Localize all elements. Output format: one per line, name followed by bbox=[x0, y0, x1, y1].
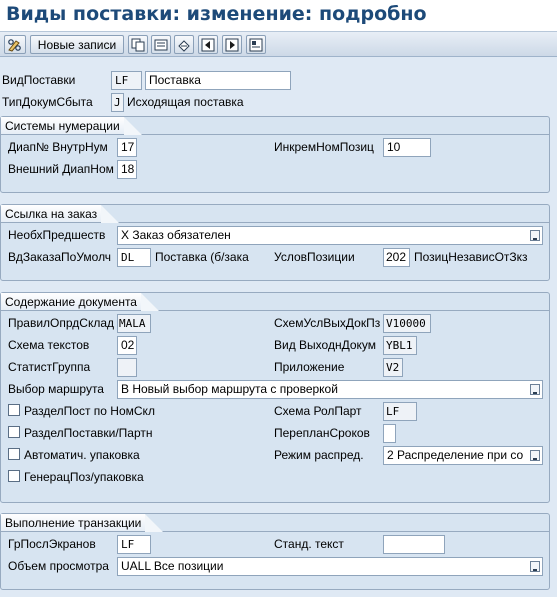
split-warehouse-checkbox[interactable] bbox=[8, 404, 20, 416]
standard-text-label: Станд. текст bbox=[274, 537, 344, 551]
standard-text-field[interactable] bbox=[383, 535, 445, 554]
distribution-mode-label: Режим распред. bbox=[274, 448, 364, 462]
output-type-label: Вид ВыходнДокум bbox=[274, 338, 377, 352]
undo-icon bbox=[178, 39, 190, 52]
screen-sequence-label: ГрПослЭкранов bbox=[8, 537, 96, 551]
list-icon bbox=[249, 38, 263, 51]
generate-packing-checkbox[interactable] bbox=[8, 470, 20, 482]
storage-rule-label: ПравилОпрдСклад bbox=[8, 316, 115, 330]
output-type-field[interactable]: YBL1 bbox=[383, 336, 417, 355]
transaction-section-title: Выполнение транзакции bbox=[1, 514, 164, 532]
delete-button[interactable] bbox=[151, 35, 171, 54]
document-content-section-title: Содержание документа bbox=[1, 293, 159, 311]
dropdown-arrow-icon[interactable] bbox=[530, 450, 540, 461]
partner-procedure-field[interactable]: LF bbox=[383, 402, 417, 421]
delivery-type-field[interactable]: LF bbox=[111, 71, 142, 90]
predecessor-label: НеобхПредшеств bbox=[8, 228, 106, 242]
variable-list-button[interactable] bbox=[246, 35, 266, 54]
route-determination-label: Выбор маршрута bbox=[8, 382, 104, 396]
default-order-type-description: Поставка (б/зака bbox=[155, 250, 249, 264]
display-range-label: Объем просмотра bbox=[8, 559, 109, 573]
application-label: Приложение bbox=[274, 360, 345, 374]
doc-category-label: ТипДокумСбыта bbox=[2, 95, 93, 109]
display-change-button[interactable] bbox=[4, 35, 26, 54]
dropdown-arrow-icon[interactable] bbox=[530, 230, 540, 241]
item-increment-field[interactable]: 10 bbox=[383, 138, 431, 157]
delivery-type-description-field[interactable]: Поставка bbox=[145, 71, 291, 90]
pencil-glasses-icon bbox=[8, 38, 21, 52]
display-range-dropdown[interactable]: UALL Все позиции bbox=[117, 557, 543, 576]
text-procedure-field[interactable]: 02 bbox=[117, 336, 137, 355]
dropdown-arrow-icon[interactable] bbox=[530, 561, 540, 572]
route-determination-dropdown[interactable]: B Новый выбор маршрута с проверкой bbox=[117, 380, 543, 399]
reschedule-field[interactable] bbox=[383, 424, 396, 443]
default-order-type-field[interactable]: DL bbox=[117, 248, 151, 267]
partner-procedure-label: Схема РолПарт bbox=[274, 404, 362, 418]
previous-entry-button[interactable] bbox=[198, 35, 218, 54]
doc-category-field[interactable]: J bbox=[111, 93, 124, 112]
copy-as-button[interactable] bbox=[128, 35, 148, 54]
output-procedure-field[interactable]: V10000 bbox=[383, 314, 431, 333]
stat-group-label: СтатистГруппа bbox=[8, 360, 91, 374]
text-procedure-label: Схема текстов bbox=[8, 338, 90, 352]
application-field[interactable]: V2 bbox=[383, 358, 403, 377]
copy-icon bbox=[131, 38, 145, 51]
output-procedure-label: СхемУслВыхДокПз bbox=[274, 316, 381, 330]
undo-change-button[interactable] bbox=[174, 35, 194, 54]
internal-range-field[interactable]: 17 bbox=[117, 138, 137, 157]
split-partner-label: РазделПоставки/Партн bbox=[24, 426, 153, 440]
order-reference-section-title: Ссылка на заказ bbox=[1, 205, 120, 223]
default-order-type-label: ВдЗаказаПоУмолч bbox=[8, 250, 112, 264]
auto-packing-label: Автоматич. упаковка bbox=[24, 448, 140, 462]
auto-packing-checkbox[interactable] bbox=[8, 448, 20, 460]
numbering-section-title: Системы нумерации bbox=[1, 117, 142, 135]
dropdown-arrow-icon[interactable] bbox=[530, 384, 540, 395]
split-warehouse-label: РазделПост по НомСкл bbox=[24, 404, 155, 418]
item-requirement-description: ПозицНезависОтЗкз bbox=[414, 250, 528, 264]
item-requirement-label: УсловПозиции bbox=[274, 250, 355, 264]
reschedule-label: ПерепланСроков bbox=[274, 426, 370, 440]
split-partner-checkbox[interactable] bbox=[8, 426, 20, 438]
internal-range-label: Диап№ ВнутрНум bbox=[8, 140, 108, 154]
next-entry-button[interactable] bbox=[222, 35, 242, 54]
previous-entry-icon bbox=[201, 38, 215, 51]
delivery-type-label: ВидПоставки bbox=[2, 73, 76, 87]
application-toolbar: Новые записи bbox=[0, 32, 557, 57]
new-entries-button[interactable]: Новые записи bbox=[30, 35, 124, 54]
external-range-field[interactable]: 18 bbox=[117, 160, 137, 179]
item-increment-label: ИнкремНомПозиц bbox=[274, 140, 374, 154]
generate-packing-label: ГенерацПоз/упаковка bbox=[24, 470, 144, 484]
stat-group-field[interactable] bbox=[117, 358, 137, 377]
item-requirement-field[interactable]: 202 bbox=[383, 248, 410, 267]
doc-category-description: Исходящая поставка bbox=[127, 95, 244, 109]
predecessor-dropdown[interactable]: X Заказ обязателен bbox=[117, 226, 543, 245]
page-title: Виды поставки: изменение: подробно bbox=[6, 3, 427, 25]
storage-rule-field[interactable]: MALA bbox=[117, 314, 151, 333]
delete-icon bbox=[154, 39, 168, 50]
external-range-label: Внешний ДиапНом bbox=[8, 162, 114, 176]
screen-sequence-field[interactable]: LF bbox=[117, 535, 151, 554]
next-entry-icon bbox=[225, 38, 239, 51]
distribution-mode-dropdown[interactable]: 2 Распределение при со bbox=[383, 446, 543, 465]
title-bar: Виды поставки: изменение: подробно bbox=[0, 0, 557, 32]
